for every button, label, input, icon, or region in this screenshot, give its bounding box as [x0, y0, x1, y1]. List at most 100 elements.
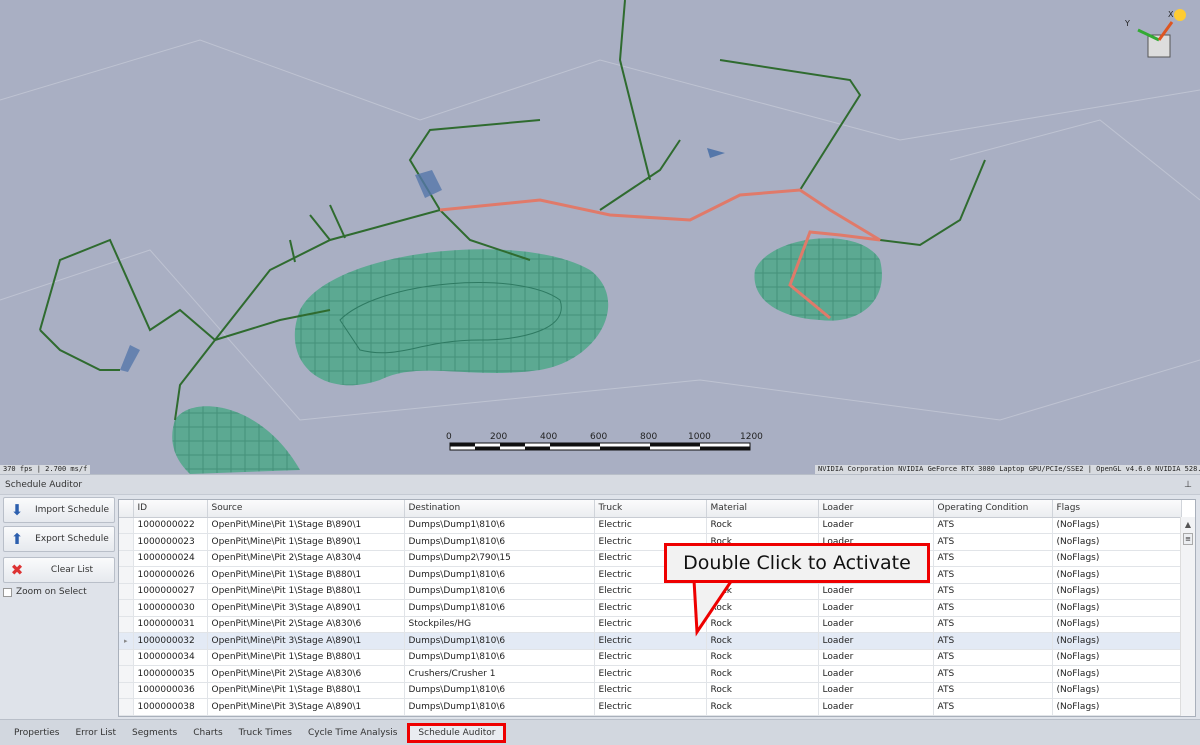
table-row[interactable]: 1000000024 OpenPit\Mine\Pit 2\Stage A\830… — [119, 550, 1182, 567]
3d-viewport[interactable]: 0 200 400 600 800 1000 1200 Y X — [0, 0, 1200, 474]
cell-loader[interactable]: Loader — [818, 632, 934, 650]
table-row[interactable]: ▸ 1000000032 OpenPit\Mine\Pit 3\Stage A\89… — [119, 632, 1182, 650]
vertical-scrollbar[interactable]: ▲ ≡ — [1180, 517, 1195, 716]
column-header-destination[interactable]: Destination — [404, 500, 595, 518]
axis-gizmo[interactable] — [1137, 9, 1186, 58]
cell-id[interactable]: 1000000031 — [133, 616, 208, 633]
cell-flags[interactable]: (NoFlags) — [1052, 698, 1182, 716]
cell-destination[interactable]: Dumps\Dump1\810\6 — [404, 583, 595, 600]
row-indicator[interactable] — [119, 517, 134, 534]
cell-flags[interactable]: (NoFlags) — [1052, 566, 1182, 584]
cell-material[interactable]: Rock — [706, 649, 819, 666]
cell-operating-condition[interactable]: ATS — [933, 698, 1053, 716]
cell-loader[interactable]: Loader — [818, 583, 934, 600]
cell-destination[interactable]: Dumps\Dump1\810\6 — [404, 698, 595, 716]
cell-loader[interactable]: Loader — [818, 682, 934, 699]
checkbox-box[interactable] — [3, 587, 12, 597]
cell-material[interactable]: Rock — [706, 698, 819, 716]
row-indicator[interactable] — [119, 599, 134, 617]
cell-material[interactable]: Rock — [706, 517, 819, 534]
table-row[interactable]: 1000000034 OpenPit\Mine\Pit 1\Stage B\880… — [119, 649, 1182, 666]
row-indicator[interactable] — [119, 583, 134, 600]
cell-source[interactable]: OpenPit\Mine\Pit 1\Stage B\890\1 — [207, 517, 405, 534]
cell-operating-condition[interactable]: ATS — [933, 632, 1053, 650]
tab-error-list[interactable]: Error List — [67, 723, 124, 743]
tab-schedule-auditor[interactable]: Schedule Auditor — [407, 722, 507, 743]
cell-source[interactable]: OpenPit\Mine\Pit 1\Stage B\890\1 — [207, 533, 405, 551]
cell-id[interactable]: 1000000035 — [133, 665, 208, 683]
cell-loader[interactable]: Loader — [818, 517, 934, 534]
column-header-flags[interactable]: Flags — [1052, 500, 1182, 518]
row-indicator[interactable] — [119, 698, 134, 716]
cell-id[interactable]: 1000000026 — [133, 566, 208, 584]
cell-operating-condition[interactable]: ATS — [933, 599, 1053, 617]
cell-operating-condition[interactable]: ATS — [933, 649, 1053, 666]
table-row[interactable]: 1000000023 OpenPit\Mine\Pit 1\Stage B\890… — [119, 533, 1182, 551]
cell-destination[interactable]: Dumps\Dump1\810\6 — [404, 632, 595, 650]
cell-id[interactable]: 1000000027 — [133, 583, 208, 600]
table-row[interactable]: 1000000038 OpenPit\Mine\Pit 3\Stage A\890… — [119, 698, 1182, 716]
cell-material[interactable]: Rock — [706, 665, 819, 683]
cell-flags[interactable]: (NoFlags) — [1052, 632, 1182, 650]
cell-source[interactable]: OpenPit\Mine\Pit 3\Stage A\890\1 — [207, 599, 405, 617]
cell-flags[interactable]: (NoFlags) — [1052, 649, 1182, 666]
cell-flags[interactable]: (NoFlags) — [1052, 550, 1182, 567]
row-indicator[interactable]: ▸ — [119, 632, 134, 650]
tab-truck-times[interactable]: Truck Times — [231, 723, 300, 743]
cell-destination[interactable]: Dumps\Dump2\790\15 — [404, 550, 595, 567]
cell-id[interactable]: 1000000036 — [133, 682, 208, 699]
cell-loader[interactable]: Loader — [818, 616, 934, 633]
cell-flags[interactable]: (NoFlags) — [1052, 583, 1182, 600]
cell-truck[interactable]: Electric — [594, 698, 707, 716]
cell-id[interactable]: 1000000024 — [133, 550, 208, 567]
cell-operating-condition[interactable]: ATS — [933, 517, 1053, 534]
tab-cycle-time-analysis[interactable]: Cycle Time Analysis — [300, 723, 405, 743]
import-schedule-button[interactable]: ⬇ Import Schedule — [3, 497, 115, 523]
cell-flags[interactable]: (NoFlags) — [1052, 665, 1182, 683]
cell-id[interactable]: 1000000034 — [133, 649, 208, 666]
cell-destination[interactable]: Dumps\Dump1\810\6 — [404, 533, 595, 551]
column-header-operating-condition[interactable]: Operating Condition — [933, 500, 1053, 518]
table-row[interactable]: 1000000022 OpenPit\Mine\Pit 1\Stage B\890… — [119, 517, 1182, 534]
cell-destination[interactable]: Dumps\Dump1\810\6 — [404, 649, 595, 666]
cell-truck[interactable]: Electric — [594, 583, 707, 600]
cell-operating-condition[interactable]: ATS — [933, 616, 1053, 633]
column-header-loader[interactable]: Loader — [818, 500, 934, 518]
row-indicator[interactable] — [119, 616, 134, 633]
cell-destination[interactable]: Dumps\Dump1\810\6 — [404, 599, 595, 617]
cell-flags[interactable]: (NoFlags) — [1052, 517, 1182, 534]
cell-operating-condition[interactable]: ATS — [933, 665, 1053, 683]
cell-operating-condition[interactable]: ATS — [933, 583, 1053, 600]
cell-destination[interactable]: Crushers/Crusher 1 — [404, 665, 595, 683]
row-indicator[interactable] — [119, 550, 134, 567]
cell-destination[interactable]: Dumps\Dump1\810\6 — [404, 566, 595, 584]
cell-material[interactable]: Rock — [706, 616, 819, 633]
cell-material[interactable]: Rock — [706, 583, 819, 600]
cell-destination[interactable]: Dumps\Dump1\810\6 — [404, 682, 595, 699]
cell-operating-condition[interactable]: ATS — [933, 550, 1053, 567]
cell-material[interactable]: Rock — [706, 632, 819, 650]
cell-material[interactable]: Rock — [706, 682, 819, 699]
cell-operating-condition[interactable]: ATS — [933, 533, 1053, 551]
cell-truck[interactable]: Electric — [594, 599, 707, 617]
cell-operating-condition[interactable]: ATS — [933, 566, 1053, 584]
table-row[interactable]: 1000000027 OpenPit\Mine\Pit 1\Stage B\880… — [119, 583, 1182, 600]
cell-loader[interactable]: Loader — [818, 698, 934, 716]
cell-id[interactable]: 1000000030 — [133, 599, 208, 617]
cell-source[interactable]: OpenPit\Mine\Pit 1\Stage B\880\1 — [207, 583, 405, 600]
zoom-on-select-checkbox[interactable]: Zoom on Select — [3, 587, 115, 597]
cell-source[interactable]: OpenPit\Mine\Pit 1\Stage B\880\1 — [207, 649, 405, 666]
row-indicator[interactable] — [119, 682, 134, 699]
table-row[interactable]: 1000000030 OpenPit\Mine\Pit 3\Stage A\890… — [119, 599, 1182, 617]
table-row[interactable]: 1000000036 OpenPit\Mine\Pit 1\Stage B\880… — [119, 682, 1182, 699]
cell-loader[interactable]: Loader — [818, 665, 934, 683]
cell-source[interactable]: OpenPit\Mine\Pit 1\Stage B\880\1 — [207, 566, 405, 584]
schedule-grid[interactable]: ID Source Destination Truck Material Loader Op… — [118, 499, 1196, 717]
scroll-up-icon[interactable]: ▲ — [1181, 520, 1195, 529]
row-indicator[interactable] — [119, 533, 134, 551]
cell-id[interactable]: 1000000032 — [133, 632, 208, 650]
cell-source[interactable]: OpenPit\Mine\Pit 1\Stage B\880\1 — [207, 682, 405, 699]
cell-destination[interactable]: Stockpiles/HG — [404, 616, 595, 633]
cell-loader[interactable]: Loader — [818, 649, 934, 666]
cell-truck[interactable]: Electric — [594, 632, 707, 650]
